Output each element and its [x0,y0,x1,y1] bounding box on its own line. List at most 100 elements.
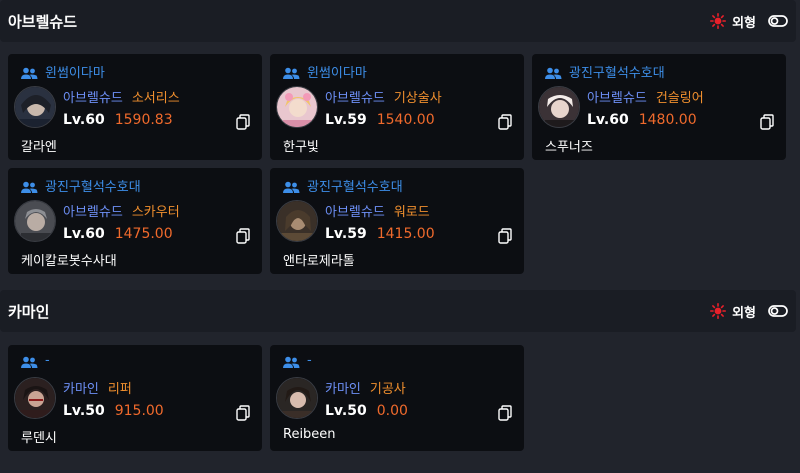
avatar [276,86,318,128]
class-name: 리퍼 [107,382,132,397]
item-score: 915.00 [114,403,164,419]
server-name: 카마인 [63,382,99,397]
character-name[interactable]: 한구빛 [283,136,319,155]
guild-name[interactable]: - [45,353,50,368]
level-score: Lv.60 1475.00 [63,226,173,242]
appearance-label: 외형 [732,305,756,321]
copy-icon[interactable] [236,405,250,421]
character-name[interactable]: 루덴시 [21,427,57,446]
guild-row: 윈썸이다마 [20,62,105,81]
class-name: 스카우터 [131,205,180,220]
guild-name[interactable]: 윈썸이다마 [307,62,367,81]
sun-icon [710,303,727,319]
guild-row: 광진구혈석수호대 [282,176,403,195]
copy-icon[interactable] [760,114,774,130]
level: Lv.50 [325,403,367,419]
level: Lv.60 [63,226,105,242]
copy-icon[interactable] [236,228,250,244]
guild-row: 윈썸이다마 [282,62,367,81]
level-score: Lv.50 915.00 [63,403,164,419]
character-name[interactable]: 앤타로제라톨 [283,250,355,269]
character-card[interactable]: 윈썸이다마 아브렐슈드 소서리스 Lv.60 1590.83 갈라엔 [8,54,262,160]
appearance-toggle-group[interactable]: 외형 [710,12,788,31]
appearance-toggle-group[interactable]: 외형 [710,302,788,321]
server-class: 아브렐슈드 기상술사 [325,87,442,106]
people-icon [544,65,562,79]
avatar [276,377,318,419]
copy-icon[interactable] [498,114,512,130]
level: Lv.59 [325,112,367,128]
guild-row: 광진구혈석수호대 [544,62,665,81]
character-card[interactable]: 광진구혈석수호대 아브렐슈드 건슬링어 Lv.60 1480.00 스푸너즈 [532,54,786,160]
level-score: Lv.60 1590.83 [63,112,173,128]
guild-row: 광진구혈석수호대 [20,176,141,195]
character-name[interactable]: 케이칼로봇수사대 [21,250,117,269]
people-icon [20,354,38,368]
character-card[interactable]: - 카마인 리퍼 Lv.50 915.00 루덴시 [8,345,262,451]
character-card[interactable]: 광진구혈석수호대 아브렐슈드 스카우터 Lv.60 1475.00 케이칼로봇수사대 [8,168,262,274]
server-class: 카마인 기공사 [325,378,406,397]
section-header-kamine: 카마인 외형 [0,290,796,332]
character-name[interactable]: Reibeen [283,427,336,442]
section-header-abrelshud: 아브렐슈드 외형 [0,0,796,42]
level: Lv.60 [587,112,629,128]
copy-icon[interactable] [498,405,512,421]
guild-row: - [20,353,50,368]
class-name: 워로드 [393,205,430,220]
toggle-icon[interactable] [768,304,788,318]
server-class: 아브렐슈드 건슬링어 [587,87,704,106]
section-title: 카마인 [8,302,50,321]
guild-name[interactable]: 윈썸이다마 [45,62,105,81]
guild-name[interactable]: 광진구혈석수호대 [307,176,403,195]
people-icon [282,65,300,79]
sun-icon [710,13,727,29]
section-title: 아브렐슈드 [8,12,78,31]
server-name: 아브렐슈드 [63,205,123,220]
people-icon [20,65,38,79]
level: Lv.50 [63,403,105,419]
level: Lv.60 [63,112,105,128]
guild-name[interactable]: 광진구혈석수호대 [45,176,141,195]
server-name: 카마인 [325,382,361,397]
guild-name[interactable]: 광진구혈석수호대 [569,62,665,81]
server-name: 아브렐슈드 [325,205,385,220]
item-score: 1475.00 [114,226,173,242]
server-name: 아브렐슈드 [325,91,385,106]
level-score: Lv.59 1540.00 [325,112,435,128]
people-icon [20,179,38,193]
class-name: 건슬링어 [655,91,704,106]
guild-name[interactable]: - [307,353,312,368]
level-score: Lv.59 1415.00 [325,226,435,242]
avatar [14,377,56,419]
character-name[interactable]: 갈라엔 [21,136,57,155]
character-card[interactable]: - 카마인 기공사 Lv.50 0.00 Reibeen [270,345,524,451]
server-name: 아브렐슈드 [63,91,123,106]
guild-row: - [282,353,312,368]
item-score: 0.00 [376,403,408,419]
server-class: 아브렐슈드 소서리스 [63,87,180,106]
character-card[interactable]: 윈썸이다마 아브렐슈드 기상술사 Lv.59 1540.00 한구빛 [270,54,524,160]
character-name[interactable]: 스푸너즈 [545,136,593,155]
copy-icon[interactable] [236,114,250,130]
class-name: 기상술사 [393,91,442,106]
people-icon [282,179,300,193]
server-name: 아브렐슈드 [587,91,647,106]
level-score: Lv.50 0.00 [325,403,408,419]
server-class: 아브렐슈드 스카우터 [63,201,180,220]
class-name: 기공사 [369,382,406,397]
class-name: 소서리스 [131,91,180,106]
server-class: 아브렐슈드 워로드 [325,201,430,220]
avatar [14,86,56,128]
avatar [14,200,56,242]
copy-icon[interactable] [498,228,512,244]
level-score: Lv.60 1480.00 [587,112,697,128]
avatar [276,200,318,242]
appearance-label: 외형 [732,15,756,31]
avatar [538,86,580,128]
item-score: 1540.00 [376,112,435,128]
character-card[interactable]: 광진구혈석수호대 아브렐슈드 워로드 Lv.59 1415.00 앤타로제라톨 [270,168,524,274]
item-score: 1480.00 [638,112,697,128]
item-score: 1590.83 [114,112,173,128]
toggle-icon[interactable] [768,14,788,28]
people-icon [282,354,300,368]
